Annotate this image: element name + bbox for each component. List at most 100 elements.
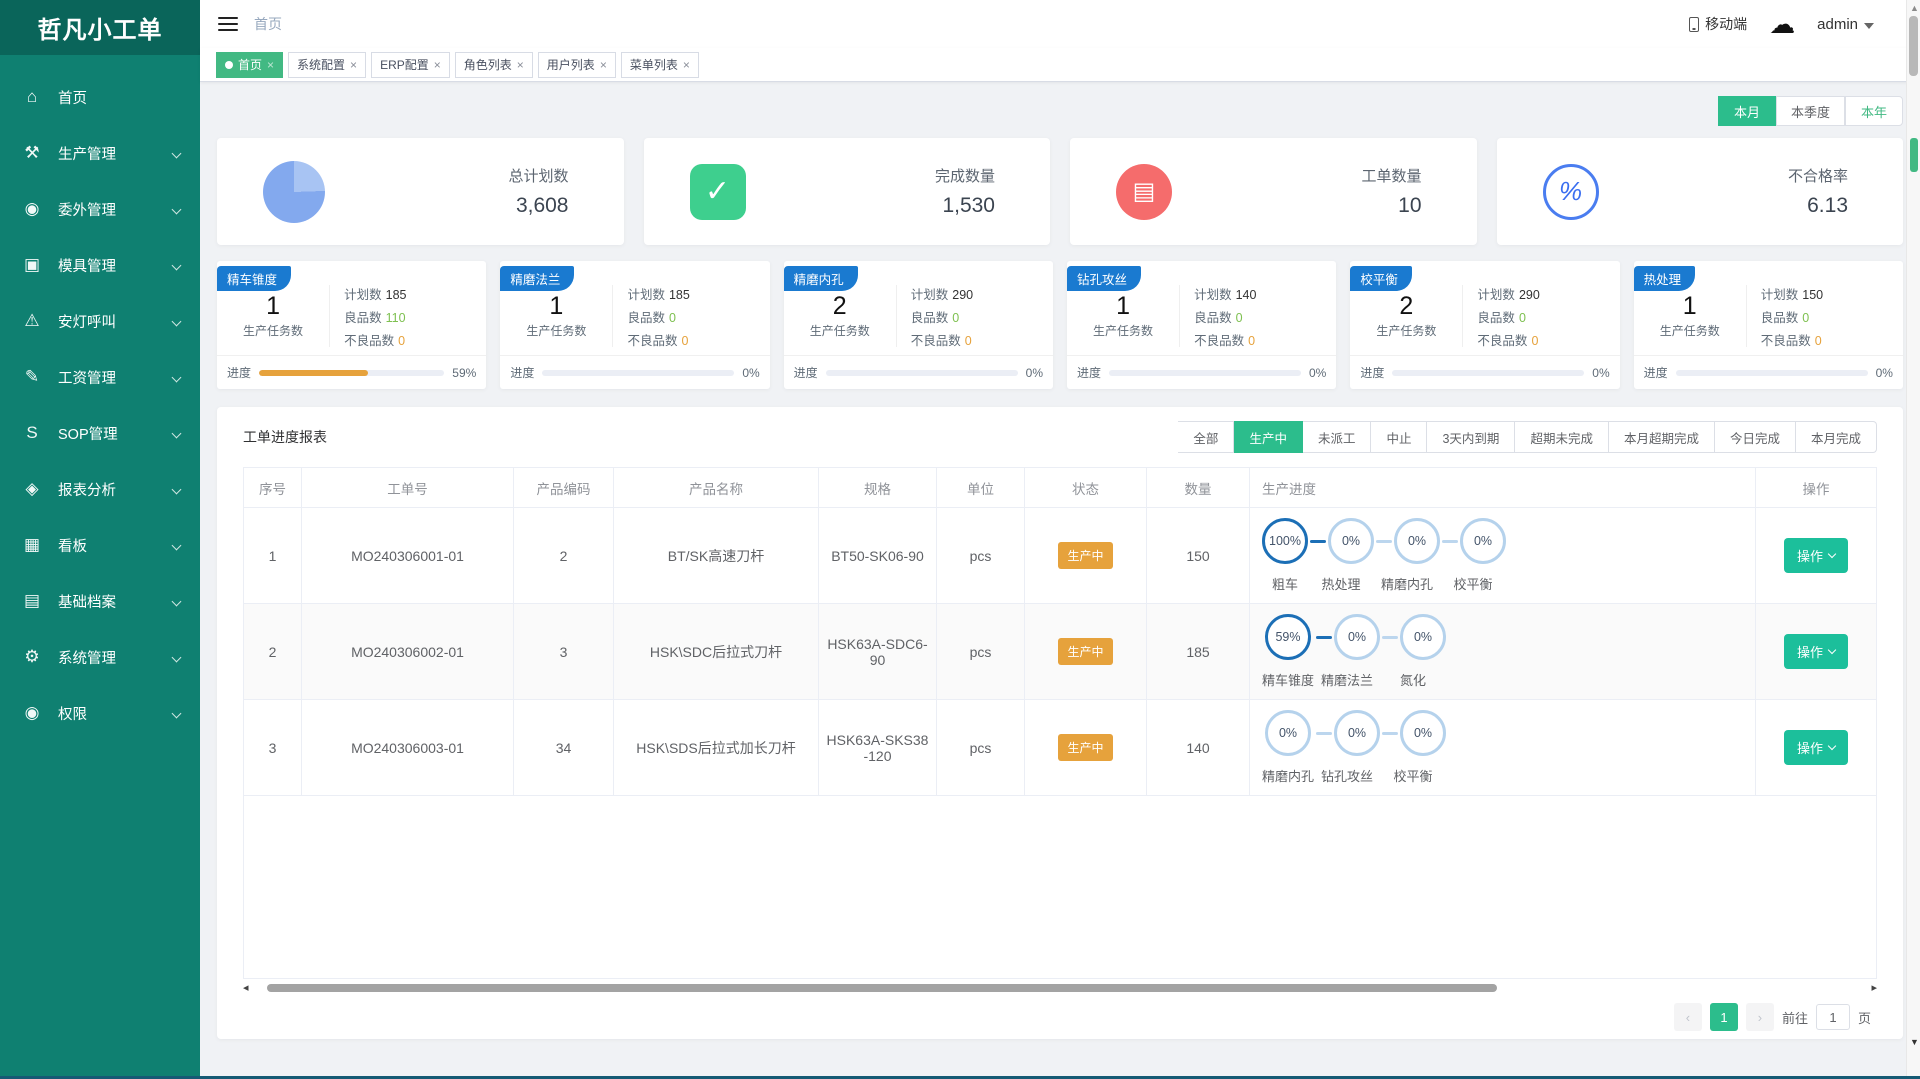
filter-button[interactable]: 生产中 xyxy=(1234,421,1303,453)
page-number-button[interactable]: 1 xyxy=(1710,1003,1738,1031)
hamburger-icon[interactable] xyxy=(218,13,238,35)
process-badge: 精磨内孔 xyxy=(784,266,858,291)
cell-status: 生产中 xyxy=(1025,604,1147,699)
stat-label: 工单数量 xyxy=(1361,165,1421,186)
process-badge: 精车锥度 xyxy=(217,266,291,291)
filter-button[interactable]: 超期未完成 xyxy=(1515,421,1609,453)
sidebar-item-label: 工资管理 xyxy=(58,367,173,388)
period-button[interactable]: 本月 xyxy=(1718,96,1776,126)
tab-close-icon[interactable]: × xyxy=(683,58,690,72)
sidebar-item[interactable]: ◉ 委外管理 xyxy=(0,181,200,237)
cell-order-no: MO240306003-01 xyxy=(302,700,514,795)
cell-spec: BT50-SK06-90 xyxy=(819,508,937,603)
next-page-button[interactable]: › xyxy=(1746,1003,1774,1031)
bad-label: 不良品数 xyxy=(1194,334,1244,348)
tab[interactable]: 首页 × xyxy=(216,52,283,78)
goto-label: 前往 xyxy=(1782,1008,1808,1027)
sidebar-item[interactable]: ⚠ 安灯呼叫 xyxy=(0,293,200,349)
step-name: 精磨内孔 xyxy=(1262,766,1314,785)
process-cards-row: 精车锥度 1 生产任务数 计划数185 良品数110 不良品数0 xyxy=(217,261,1903,389)
home-icon: ⌂ xyxy=(22,87,42,107)
good-value: 110 xyxy=(386,311,406,325)
document-icon: ▤ xyxy=(1116,164,1172,220)
sidebar-item[interactable]: S SOP管理 xyxy=(0,405,200,461)
sidebar-item[interactable]: ▣ 模具管理 xyxy=(0,237,200,293)
plan-value: 150 xyxy=(1802,288,1823,302)
scroll-up-icon[interactable]: ▲ xyxy=(1910,3,1919,13)
sidebar-item[interactable]: ◈ 报表分析 xyxy=(0,461,200,517)
sidebar-item[interactable]: ✎ 工资管理 xyxy=(0,349,200,405)
sidebar-item[interactable]: ⚒ 生产管理 xyxy=(0,125,200,181)
sidebar-item[interactable]: ⌂ 首页 xyxy=(0,69,200,125)
cell-qty: 185 xyxy=(1147,604,1250,699)
tab-close-icon[interactable]: × xyxy=(350,58,357,72)
tab-close-icon[interactable]: × xyxy=(600,58,607,72)
process-card: 校平衡 2 生产任务数 计划数290 良品数0 不良品数0 xyxy=(1350,261,1619,389)
scroll-left-icon[interactable]: ◂ xyxy=(243,983,249,994)
sidebar-item[interactable]: ▦ 看板 xyxy=(0,517,200,573)
col-spec: 规格 xyxy=(819,468,937,508)
tab-close-icon[interactable]: × xyxy=(267,58,274,72)
caret-down-icon xyxy=(1864,23,1874,29)
step-connector xyxy=(1442,540,1458,543)
filter-button[interactable]: 本月超期完成 xyxy=(1609,421,1715,453)
tab-close-icon[interactable]: × xyxy=(517,58,524,72)
kanban-icon: ▦ xyxy=(22,535,42,555)
chevron-down-icon xyxy=(1828,742,1836,750)
cell-qty: 140 xyxy=(1147,700,1250,795)
sidebar-item[interactable]: ◉ 权限 xyxy=(0,685,200,741)
action-button[interactable]: 操作 xyxy=(1784,634,1848,669)
scroll-right-icon[interactable]: ▸ xyxy=(1871,983,1877,994)
col-order-no: 工单号 xyxy=(302,468,514,508)
step-progress-circle: 0% xyxy=(1328,518,1374,564)
avatar-cloud-icon[interactable]: ☁ xyxy=(1769,11,1795,37)
action-button[interactable]: 操作 xyxy=(1784,538,1848,573)
vertical-scroll-indicator xyxy=(1910,138,1918,172)
tab[interactable]: 系统配置 × xyxy=(288,52,366,78)
tab-dot-icon xyxy=(225,61,233,69)
period-button[interactable]: 本年 xyxy=(1845,96,1903,126)
step-connector xyxy=(1316,636,1332,639)
sidebar-item-label: 生产管理 xyxy=(58,143,173,164)
period-button[interactable]: 本季度 xyxy=(1776,96,1845,126)
tab[interactable]: 用户列表 × xyxy=(538,52,616,78)
sidebar-item[interactable]: ⚙ 系统管理 xyxy=(0,629,200,685)
tab[interactable]: ERP配置 × xyxy=(371,52,450,78)
horizontal-scroll-thumb[interactable] xyxy=(267,984,1497,992)
cell-action: 操作 xyxy=(1756,508,1876,603)
breadcrumb[interactable]: 首页 xyxy=(254,14,282,34)
user-dropdown[interactable]: admin xyxy=(1817,16,1874,33)
vertical-scroll-thumb[interactable] xyxy=(1909,16,1918,76)
cell-action: 操作 xyxy=(1756,604,1876,699)
step-name: 氮化 xyxy=(1400,670,1426,689)
process-badge: 钻孔攻丝 xyxy=(1067,266,1141,291)
tab[interactable]: 菜单列表 × xyxy=(621,52,699,78)
step-progress-circle: 0% xyxy=(1400,614,1446,660)
mobile-link[interactable]: 移动端 xyxy=(1689,14,1747,34)
process-task-count: 1 xyxy=(1683,293,1697,321)
sidebar-item[interactable]: ▤ 基础档案 xyxy=(0,573,200,629)
filter-button[interactable]: 3天内到期 xyxy=(1427,421,1515,453)
bad-value: 0 xyxy=(1815,334,1822,348)
filter-button[interactable]: 本月完成 xyxy=(1796,421,1877,453)
sidebar-item-label: 首页 xyxy=(58,87,173,108)
filter-button[interactable]: 中止 xyxy=(1371,421,1427,453)
action-button[interactable]: 操作 xyxy=(1784,730,1848,765)
col-product-code: 产品编码 xyxy=(514,468,614,508)
process-step: 0% 氮化 xyxy=(1380,614,1446,689)
filter-button[interactable]: 未派工 xyxy=(1303,421,1372,453)
col-status: 状态 xyxy=(1025,468,1147,508)
horizontal-scrollbar[interactable]: ◂ ▸ xyxy=(243,981,1877,995)
tab[interactable]: 角色列表 × xyxy=(455,52,533,78)
stat-label: 完成数量 xyxy=(935,165,995,186)
scroll-down-icon[interactable]: ▼ xyxy=(1910,1037,1919,1047)
filter-button[interactable]: 今日完成 xyxy=(1715,421,1796,453)
goto-page-input[interactable] xyxy=(1816,1004,1850,1030)
process-task-count: 1 xyxy=(549,293,563,321)
col-unit: 单位 xyxy=(937,468,1025,508)
tab-close-icon[interactable]: × xyxy=(434,58,441,72)
filter-button[interactable]: 全部 xyxy=(1178,421,1234,453)
sidebar: 哲凡小工单 ⌂ 首页 ⚒ 生产管理 ◉ 委外管理 ▣ 模具管理 xyxy=(0,0,200,1079)
vertical-scrollbar[interactable]: ▲ ▼ xyxy=(1906,0,1920,1079)
prev-page-button[interactable]: ‹ xyxy=(1674,1003,1702,1031)
